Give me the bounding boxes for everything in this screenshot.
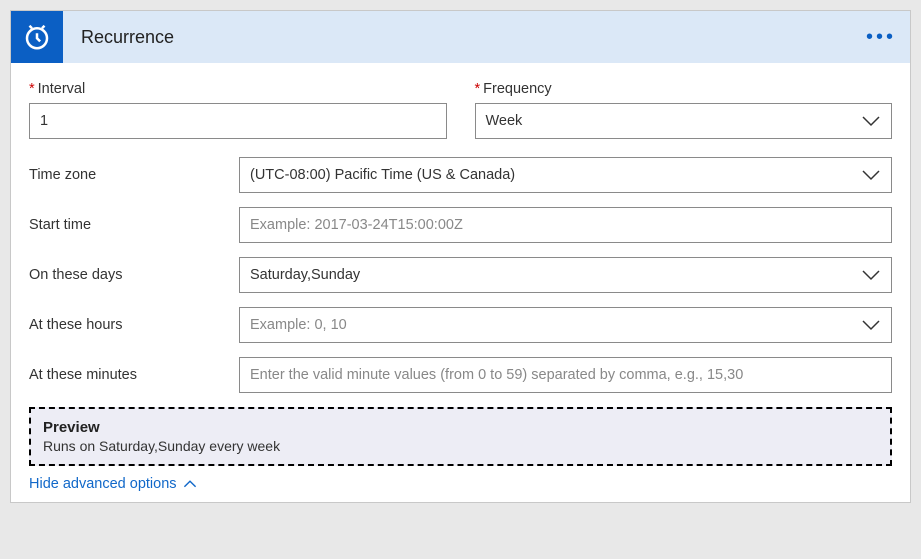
card-header: Recurrence ••• bbox=[11, 11, 910, 63]
chevron-down-icon bbox=[861, 268, 881, 282]
frequency-value: Week bbox=[486, 113, 854, 129]
card-title: Recurrence bbox=[81, 27, 866, 48]
frequency-select[interactable]: Week bbox=[475, 103, 893, 139]
start-time-label: Start time bbox=[29, 217, 239, 233]
preview-box: Preview Runs on Saturday,Sunday every we… bbox=[29, 407, 892, 466]
chevron-up-icon bbox=[183, 479, 197, 489]
hours-label: At these hours bbox=[29, 317, 239, 333]
days-label: On these days bbox=[29, 267, 239, 283]
chevron-down-icon bbox=[861, 168, 881, 182]
recurrence-card: Recurrence ••• *Interval *Frequency Week… bbox=[10, 10, 911, 503]
hide-advanced-label: Hide advanced options bbox=[29, 476, 177, 492]
timezone-select[interactable]: (UTC-08:00) Pacific Time (US & Canada) bbox=[239, 157, 892, 193]
minutes-input[interactable] bbox=[239, 357, 892, 393]
hours-select[interactable]: Example: 0, 10 bbox=[239, 307, 892, 343]
chevron-down-icon bbox=[861, 114, 881, 128]
timezone-label: Time zone bbox=[29, 167, 239, 183]
preview-text: Runs on Saturday,Sunday every week bbox=[43, 438, 878, 454]
hide-advanced-options-link[interactable]: Hide advanced options bbox=[29, 476, 197, 492]
card-body: *Interval *Frequency Week Time zone (UTC… bbox=[11, 63, 910, 502]
frequency-label: *Frequency bbox=[475, 81, 893, 97]
preview-title: Preview bbox=[43, 419, 878, 436]
hours-placeholder: Example: 0, 10 bbox=[250, 317, 853, 333]
days-value: Saturday,Sunday bbox=[250, 267, 853, 283]
chevron-down-icon bbox=[861, 318, 881, 332]
timezone-value: (UTC-08:00) Pacific Time (US & Canada) bbox=[250, 167, 853, 183]
clock-icon bbox=[22, 22, 52, 52]
recurrence-icon-tile bbox=[11, 11, 63, 63]
interval-input[interactable] bbox=[29, 103, 447, 139]
days-select[interactable]: Saturday,Sunday bbox=[239, 257, 892, 293]
minutes-label: At these minutes bbox=[29, 367, 239, 383]
interval-label: *Interval bbox=[29, 81, 447, 97]
more-menu-button[interactable]: ••• bbox=[866, 26, 896, 49]
start-time-input[interactable] bbox=[239, 207, 892, 243]
